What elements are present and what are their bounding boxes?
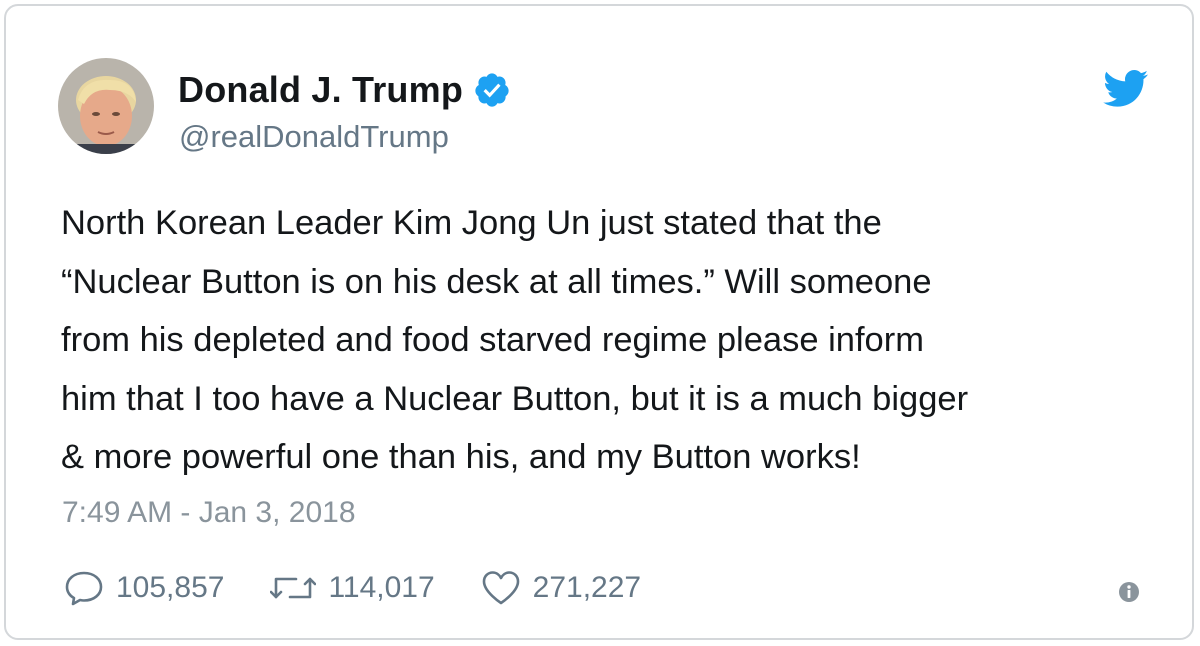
retweet-icon xyxy=(270,571,317,605)
profile-photo-icon xyxy=(58,58,154,154)
verified-badge-icon xyxy=(473,71,511,109)
heart-icon xyxy=(481,570,521,606)
retweet-button[interactable]: 114,017 xyxy=(270,571,435,605)
like-count: 271,227 xyxy=(532,571,642,604)
twitter-bird-icon[interactable] xyxy=(1103,70,1149,108)
tweet-text: North Korean Leader Kim Jong Un just sta… xyxy=(61,204,969,476)
reply-icon xyxy=(64,570,104,606)
reply-count: 105,857 xyxy=(116,571,225,604)
like-button[interactable]: 271,227 xyxy=(481,570,641,606)
author-display-name[interactable]: Donald J. Trump xyxy=(178,69,463,111)
action-bar: 105,857 114,017 271,227 xyxy=(64,562,687,614)
reply-button[interactable]: 105,857 xyxy=(64,570,224,606)
author-name-row: Donald J. Trump xyxy=(178,66,511,114)
tweet-card: Donald J. Trump @realDonaldTrump North K… xyxy=(4,4,1194,640)
avatar[interactable] xyxy=(58,58,154,154)
retweet-count: 114,017 xyxy=(328,571,435,604)
info-icon[interactable] xyxy=(1118,581,1140,603)
author-handle[interactable]: @realDonaldTrump xyxy=(179,119,449,155)
tweet-timestamp[interactable]: 7:49 AM - Jan 3, 2018 xyxy=(62,496,356,530)
